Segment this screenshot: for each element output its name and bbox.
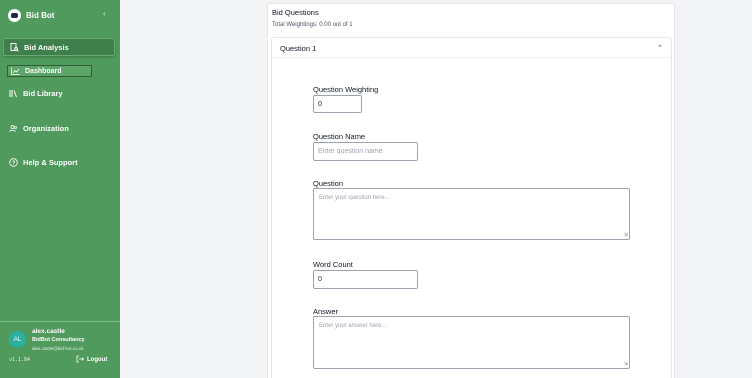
chevron-left-icon[interactable]: ‹ [103,9,106,18]
avatar[interactable]: AL [9,331,26,348]
document-search-icon [10,42,19,52]
help-circle-icon: ? [9,157,18,167]
sidebar-item-label: Dashboard [25,67,62,75]
question-weighting-input[interactable]: 0 [313,95,362,113]
sidebar-item-label: Bid Analysis [24,42,69,52]
sidebar-item-label: Bid Library [23,88,63,98]
bot-logo-icon [8,8,21,22]
svg-text:?: ? [12,160,16,166]
resize-handle-icon[interactable]: ⇲ [624,233,628,238]
user-email: alex.castle@bid-bot.co.uk [32,346,84,351]
user-name: alex.castle [32,328,65,335]
question-title: Question 1 [280,44,317,53]
sidebar-item-help[interactable]: ? Help & Support [3,153,115,171]
user-company: BidBot Consultancy [32,337,85,343]
word-count-input[interactable]: 0 [313,270,418,289]
question-card: Question 1 ⌃ Question Weighting 0 Questi… [271,37,672,378]
app-version: v1.1.84 [9,357,31,363]
users-icon [9,124,18,133]
name-label: Question Name [313,132,366,141]
question-label: Question [313,179,344,188]
bid-questions-panel: Bid Questions Total Weightings: 0.00 out… [267,3,675,378]
logout-label: Logout [87,357,108,363]
answer-placeholder: Enter your answer here... [319,323,387,329]
answer-label: Answer [313,307,339,316]
sidebar: Bid Bot ‹ Bid Analysis Dashboard Bid Lib… [0,0,120,378]
total-weightings: Total Weightings: 0.00 out of 1 [272,22,353,28]
question-placeholder: Enter your question here... [319,195,390,201]
chevron-up-icon[interactable]: ⌃ [657,44,663,52]
brand-name: Bid Bot [26,10,55,20]
sidebar-item-bid-library[interactable]: Bid Library [3,84,115,102]
page-title: Bid Questions [272,8,319,17]
question-textarea[interactable]: Enter your question here... ⇲ [313,188,630,240]
sidebar-item-label: Help & Support [23,157,78,167]
sidebar-item-organization[interactable]: Organization [3,119,115,137]
chart-line-icon [11,67,20,76]
question-name-input[interactable]: Enter question name [313,142,418,161]
question-card-header[interactable]: Question 1 ⌃ [272,38,671,58]
word-count-label: Word Count [313,260,353,269]
library-icon [9,89,18,98]
sidebar-item-label: Organization [23,123,69,133]
logout-button[interactable]: Logout [76,355,107,365]
resize-handle-icon[interactable]: ⇲ [624,362,628,367]
answer-textarea[interactable]: Enter your answer here... ⇲ [313,316,630,369]
logout-icon [76,355,85,365]
sidebar-divider [0,321,120,322]
sidebar-item-bid-analysis[interactable]: Bid Analysis [3,38,115,56]
sidebar-item-dashboard[interactable]: Dashboard [7,65,92,77]
weighting-label: Question Weighting [313,85,379,94]
brand[interactable]: Bid Bot [8,7,54,23]
